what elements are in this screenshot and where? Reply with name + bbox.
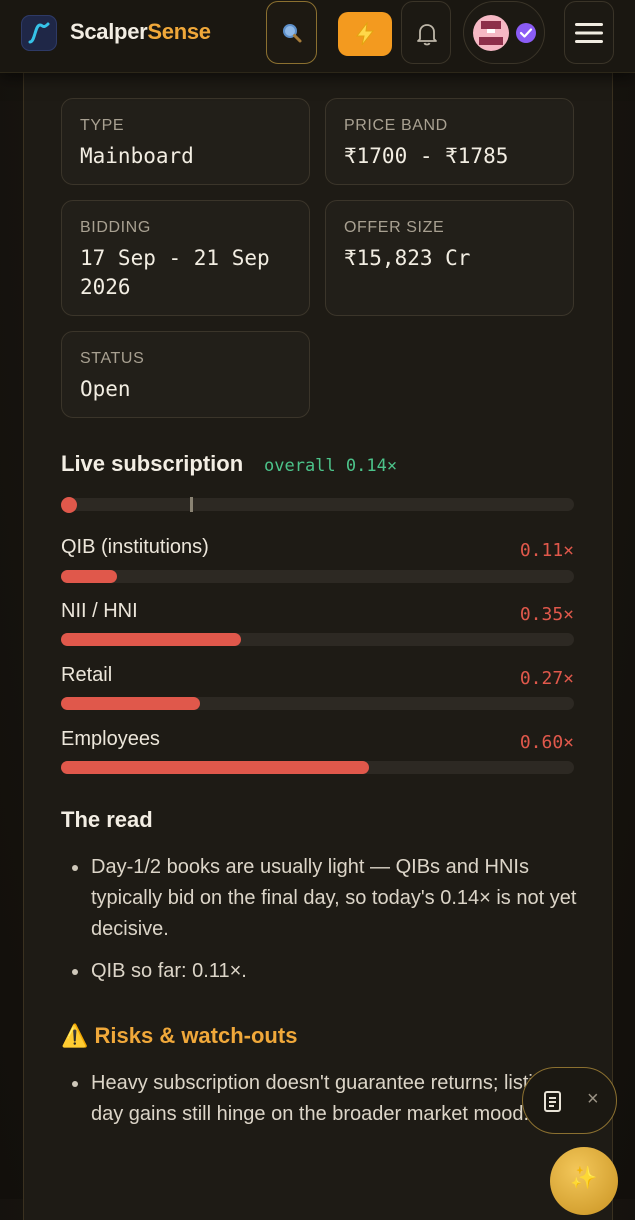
category-track — [61, 761, 574, 774]
menu-button[interactable] — [564, 1, 614, 64]
category-label: NII / HNI — [61, 600, 138, 622]
detail-card-price-band: PRICE BAND ₹1700 - ₹1785 — [325, 98, 574, 185]
profile-button[interactable] — [463, 1, 545, 64]
detail-label: TYPE — [80, 117, 125, 134]
sparkles-icon: ✨ — [570, 1165, 598, 1190]
detail-label: PRICE BAND — [344, 117, 448, 134]
detail-label: BIDDING — [80, 219, 151, 236]
detail-label: STATUS — [80, 350, 145, 367]
detail-label: OFFER SIZE — [344, 219, 445, 236]
category-label: QIB (institutions) — [61, 536, 209, 558]
category-value: 0.60× — [519, 732, 574, 753]
subscription-title: Live subscription — [61, 451, 244, 476]
list-item: QIB so far: 0.11×. — [61, 956, 581, 987]
overall-indicator — [61, 497, 77, 513]
brand-name-part1: Scalper — [70, 19, 148, 44]
search-icon — [283, 24, 302, 43]
risks-list: Heavy subscription doesn't guarantee ret… — [61, 1068, 581, 1130]
detail-card-offer-size: OFFER SIZE ₹15,823 Cr — [325, 200, 574, 316]
category-label: Retail — [61, 664, 113, 686]
pixel-avatar-icon — [473, 15, 509, 51]
verified-check-icon — [516, 23, 536, 43]
quick-action-button[interactable] — [338, 12, 392, 56]
top-nav: ScalperSense — [0, 0, 635, 73]
list-item: Heavy subscription doesn't guarantee ret… — [61, 1068, 581, 1130]
detail-card-status: STATUS Open — [61, 331, 310, 418]
close-icon[interactable]: × — [587, 1088, 599, 1111]
overall-track — [61, 498, 574, 511]
category-fill — [61, 697, 200, 710]
subscription-overall: overall 0.14× — [264, 456, 398, 476]
category-label: Employees — [61, 728, 160, 750]
category-value: 0.27× — [519, 668, 574, 689]
document-icon[interactable] — [543, 1090, 563, 1114]
read-title: The read — [61, 807, 153, 832]
category-track — [61, 570, 574, 583]
lightning-icon — [355, 22, 375, 46]
ai-assistant-button[interactable]: ✨ — [550, 1147, 618, 1215]
category-value: 0.35× — [519, 604, 574, 625]
brand-name[interactable]: ScalperSense — [70, 19, 211, 45]
brand-name-part2: Sense — [147, 19, 211, 44]
bell-icon — [417, 24, 437, 46]
notifications-button[interactable] — [401, 1, 451, 64]
hamburger-menu-icon — [575, 23, 603, 43]
category-fill — [61, 570, 118, 583]
detail-card-bidding: BIDDING 17 Sep - 21 Sep 2026 — [61, 200, 310, 316]
risks-title: ⚠️ Risks & watch-outs — [61, 1023, 298, 1048]
detail-value: Open — [80, 377, 131, 401]
category-fill — [61, 761, 369, 774]
logo-icon[interactable] — [21, 15, 57, 51]
floating-notes-pill[interactable]: × — [522, 1067, 617, 1134]
detail-value: ₹1700 - ₹1785 — [344, 144, 509, 168]
detail-value: Mainboard — [80, 144, 194, 168]
detail-value: 17 Sep - 21 Sep 2026 — [80, 246, 270, 299]
detail-card-type: TYPE Mainboard — [61, 98, 310, 185]
category-track — [61, 633, 574, 646]
overall-marker — [190, 497, 193, 512]
read-list: Day-1/2 books are usually light — QIBs a… — [61, 852, 581, 987]
search-button[interactable] — [266, 1, 317, 64]
category-fill — [61, 633, 241, 646]
detail-value: ₹15,823 Cr — [344, 246, 471, 270]
category-track — [61, 697, 574, 710]
category-value: 0.11× — [519, 540, 574, 561]
list-item: Day-1/2 books are usually light — QIBs a… — [61, 852, 581, 945]
